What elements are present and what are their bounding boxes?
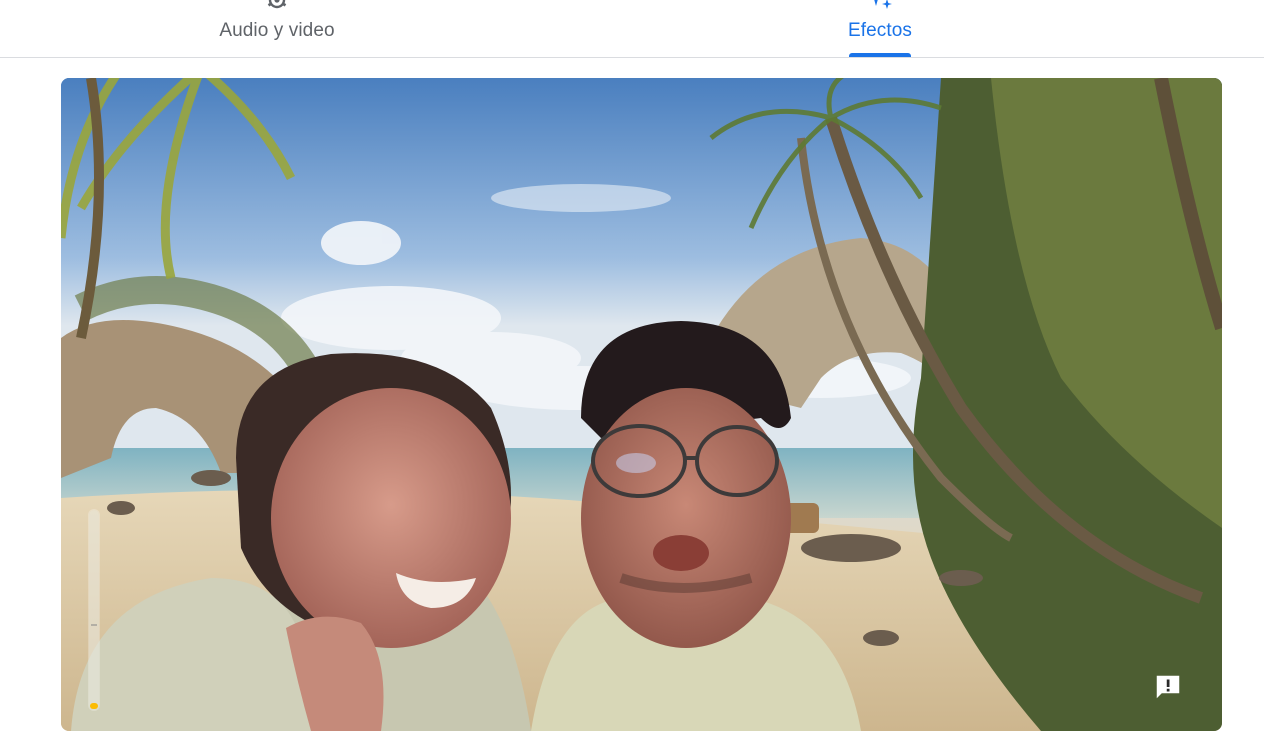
mic-level-meter xyxy=(89,510,99,710)
sparkle-icon xyxy=(874,0,892,9)
settings-tabbar: Audio y video Efectos xyxy=(0,0,1264,58)
feedback-icon xyxy=(1156,675,1180,699)
settings-sound-icon xyxy=(267,0,287,9)
tab-effects-label: Efectos xyxy=(847,20,913,41)
active-tab-indicator xyxy=(849,53,911,57)
mic-level-marker xyxy=(91,624,97,626)
feedback-button[interactable] xyxy=(1151,670,1185,704)
tab-audio-video-label: Audio y video xyxy=(219,20,335,41)
camera-preview xyxy=(61,78,1222,731)
tab-audio-video[interactable]: Audio y video xyxy=(196,0,358,57)
tab-effects[interactable]: Efectos xyxy=(820,0,940,57)
mic-level-fill xyxy=(90,703,98,709)
beach-background-scene xyxy=(61,78,1222,731)
